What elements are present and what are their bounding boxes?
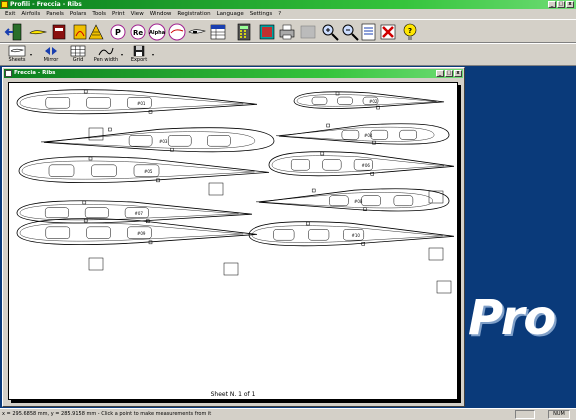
disabled-tool-icon[interactable] [298, 22, 318, 42]
app-title-bar: Profili - Freccia - Ribs _ □ x [0, 0, 576, 9]
menu-window[interactable]: Window [147, 9, 175, 19]
document-icon[interactable] [5, 70, 12, 77]
status-bar: x = 295.6858 mm, y = 285.9158 mm - Click… [0, 408, 576, 420]
rib-label: #05 [144, 169, 153, 174]
document-minimize-button[interactable]: _ [436, 70, 444, 77]
ribs-document-window: Freccia - Ribs _ □ x #01 #02 #03 #04 #05 #06 #… [2, 67, 465, 407]
menu-help[interactable]: ? [275, 9, 284, 19]
document-close-button[interactable]: x [454, 70, 462, 77]
rib[interactable] [275, 123, 450, 145]
exit-door-icon[interactable] [4, 22, 24, 42]
num-lock-indicator: NUM [548, 410, 570, 419]
rib-label: #09 [137, 231, 146, 236]
print-preview-icon[interactable] [257, 22, 277, 42]
grid-button[interactable]: Grid [67, 45, 89, 66]
menu-tools[interactable]: Tools [89, 9, 109, 19]
menu-print[interactable]: Print [109, 9, 128, 19]
document-title-bar: Freccia - Ribs _ □ x [4, 69, 463, 78]
rib-label: #04 [364, 133, 373, 138]
book-icon[interactable] [49, 22, 69, 42]
svg-text:Re: Re [133, 29, 143, 37]
rib[interactable] [255, 188, 450, 212]
ribs-drawing[interactable]: #01 #02 #03 #04 #05 #06 #07 #08 #09 #10 [9, 83, 459, 401]
rib-tab [223, 262, 239, 276]
pen-width-label: Pen width [93, 57, 119, 63]
svg-text:?: ? [408, 27, 412, 35]
rib-label: #02 [369, 99, 378, 104]
polar-p-icon[interactable]: P [108, 22, 128, 42]
menu-settings[interactable]: Settings [247, 9, 276, 19]
status-indicator-blank [515, 410, 535, 419]
pen-width-dropdown-arrow-icon[interactable]: ▾ [121, 52, 123, 57]
rib-label: #06 [362, 163, 371, 168]
menu-polars[interactable]: Polars [67, 9, 90, 19]
rib-icon[interactable] [187, 22, 207, 42]
menu-airfoils[interactable]: Airfoils [18, 9, 43, 19]
menu-language[interactable]: Language [214, 9, 247, 19]
help-bulb-icon[interactable]: ? [400, 22, 420, 42]
export-dropdown-arrow-icon[interactable]: ▾ [152, 52, 154, 57]
maximize-button[interactable]: □ [557, 1, 565, 8]
pro-logo: Pro [468, 290, 556, 346]
minimize-button[interactable]: _ [548, 1, 556, 8]
reynolds-icon[interactable]: Re [128, 22, 148, 42]
app-icon[interactable] [1, 1, 8, 8]
svg-text:P: P [115, 28, 121, 37]
sheet-number-label: Sheet N. 1 of 1 [210, 391, 256, 398]
document-window-controls: _ □ x [436, 70, 462, 77]
printer-icon[interactable] [277, 22, 297, 42]
app-title: Profili - Freccia - Ribs [10, 1, 82, 8]
export-button[interactable]: Export [128, 45, 150, 66]
export-label: Export [130, 57, 148, 63]
zoom-in-icon[interactable] [320, 22, 340, 42]
close-button[interactable]: x [566, 1, 574, 8]
menu-exit[interactable]: Exit [2, 9, 18, 19]
rib-label: #03 [159, 139, 168, 144]
sheets-button[interactable]: Sheets [6, 45, 28, 66]
sheets-dropdown-arrow-icon[interactable]: ▾ [30, 52, 32, 57]
airfoil-compare-icon[interactable] [167, 22, 187, 42]
document-maximize-button[interactable]: □ [445, 70, 453, 77]
mirror-button[interactable]: Mirror [40, 45, 62, 66]
svg-text:Alpha: Alpha [149, 30, 165, 36]
rib-tab [428, 190, 444, 204]
rib-label: #07 [135, 211, 144, 216]
wing-panel-icon[interactable] [86, 22, 106, 42]
rib-tab [88, 127, 104, 141]
page-view-icon[interactable] [359, 22, 379, 42]
document-title: Freccia - Ribs [14, 70, 56, 76]
table-icon[interactable] [208, 22, 228, 42]
main-toolbar: P Re Alpha ? [0, 19, 576, 43]
rib-label: #10 [352, 233, 361, 238]
menu-bar: Exit Airfoils Panels Polars Tools Print … [0, 9, 576, 19]
rib-tab [428, 247, 444, 261]
menu-panels[interactable]: Panels [43, 9, 67, 19]
rib-label: #08 [354, 199, 363, 204]
menu-registration[interactable]: Registration [174, 9, 213, 19]
grid-label: Grid [72, 57, 84, 63]
mirror-label: Mirror [43, 57, 59, 63]
delete-x-icon[interactable] [378, 22, 398, 42]
rib-tab [436, 280, 452, 294]
rib-tab [88, 257, 104, 271]
zoom-out-icon[interactable] [340, 22, 360, 42]
calculator-icon[interactable] [234, 22, 254, 42]
print-sheet[interactable]: #01 #02 #03 #04 #05 #06 #07 #08 #09 #10 Sheet N. … [8, 82, 458, 400]
status-message: x = 295.6858 mm, y = 285.9158 mm - Click… [2, 411, 212, 417]
view-toolbar: Sheets ▾ Mirror Grid Pen width ▾ Export … [0, 43, 576, 66]
pen-width-button[interactable]: Pen width [92, 45, 120, 66]
rib-label: #01 [137, 101, 146, 106]
alpha-icon[interactable]: Alpha [147, 22, 167, 42]
rib-tab [208, 182, 224, 196]
airfoil-icon[interactable] [28, 22, 48, 42]
menu-view[interactable]: View [128, 9, 147, 19]
sheets-label: Sheets [8, 57, 26, 63]
rib[interactable] [40, 127, 275, 153]
window-controls: _ □ x [548, 1, 574, 8]
